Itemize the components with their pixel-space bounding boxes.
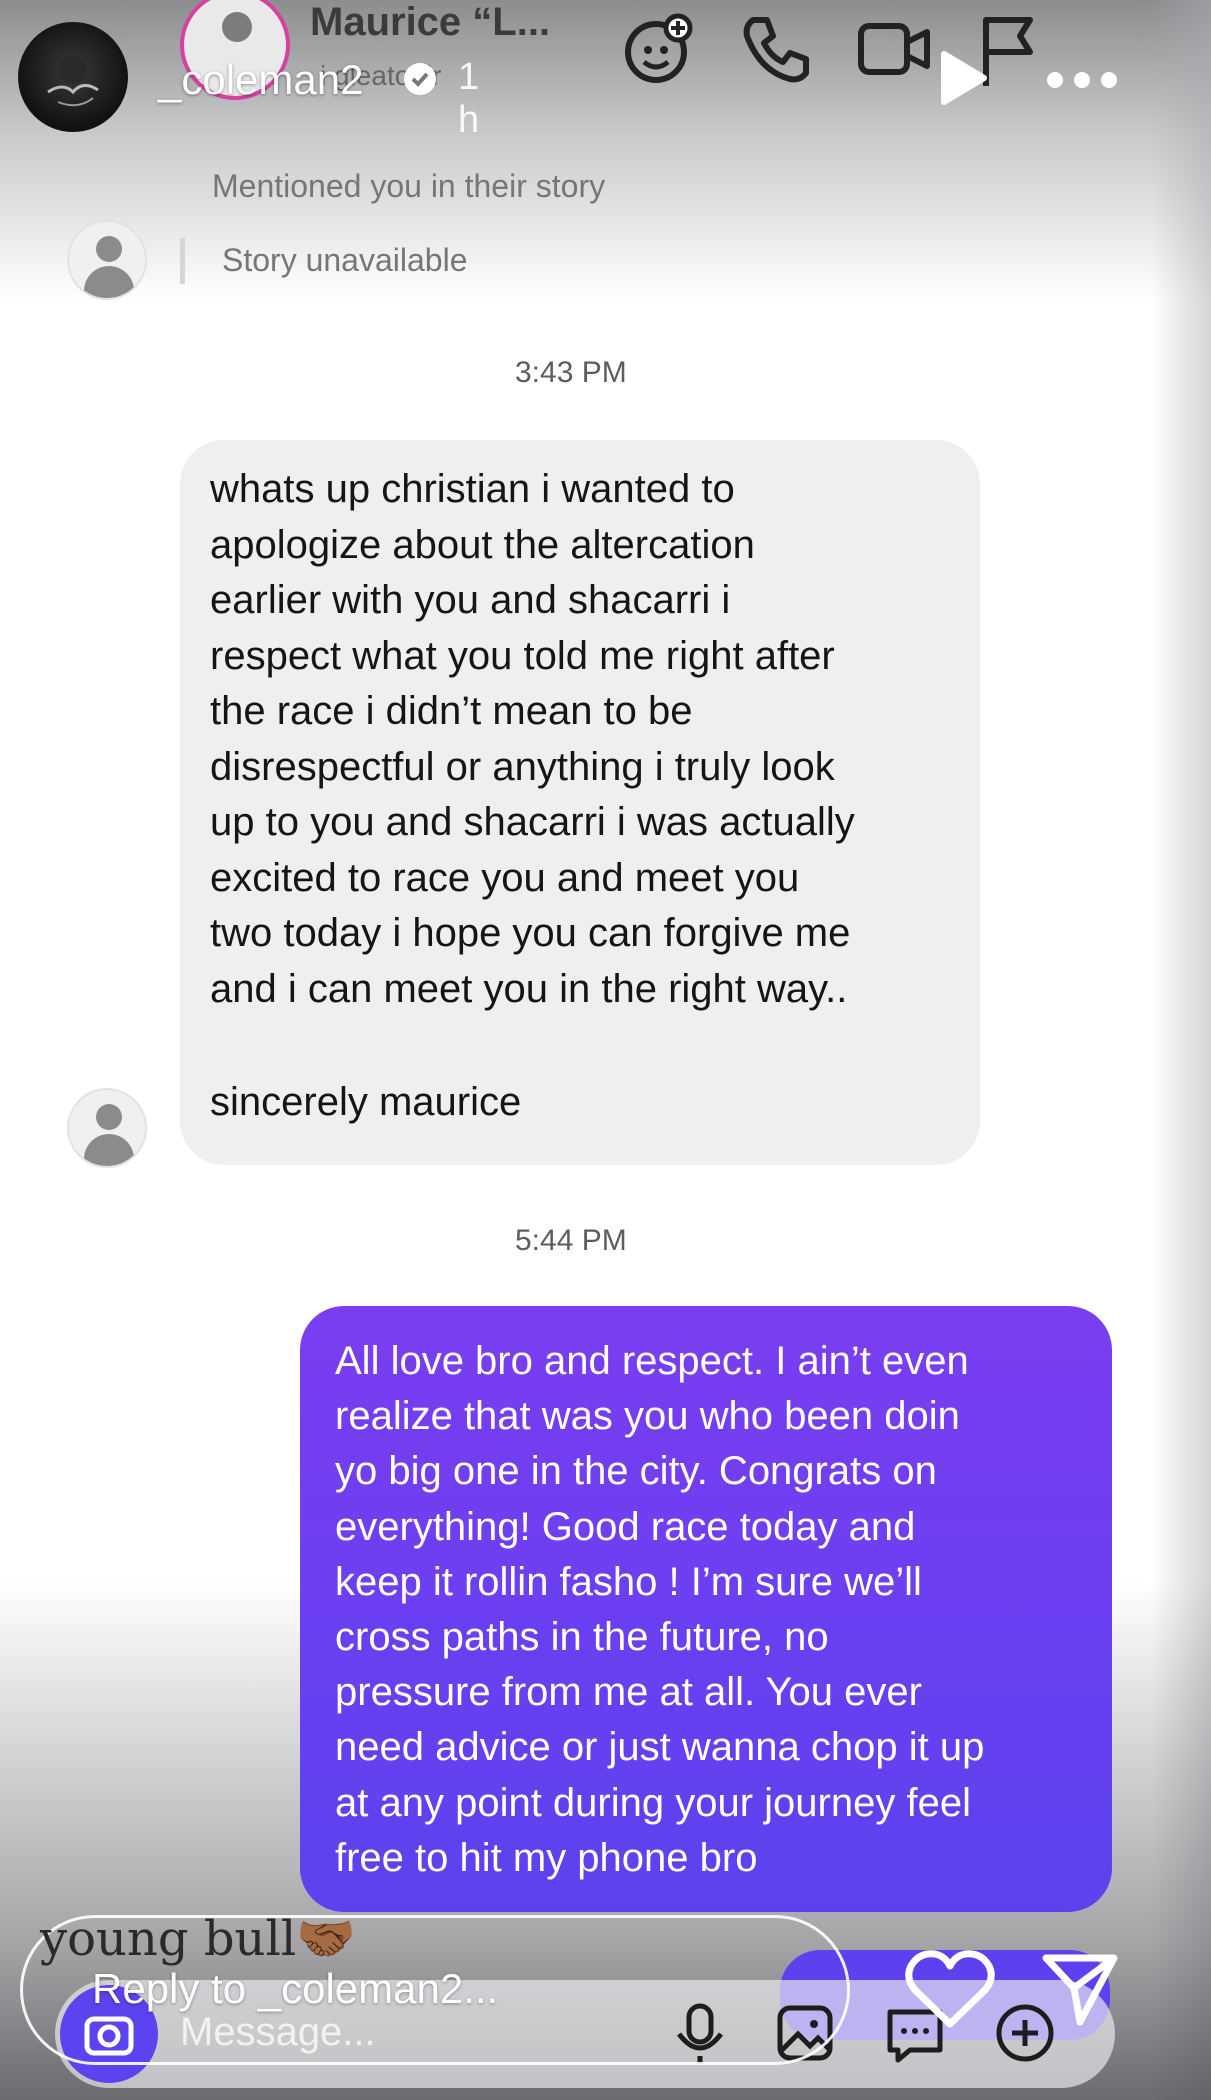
message-line: everything! Good race today and xyxy=(335,1504,916,1549)
message-line: and i can meet you in the right way.. xyxy=(210,966,848,1011)
message-line: keep it rollin fasho ! I’m sure we’ll xyxy=(335,1559,922,1604)
story-reply-placeholder[interactable]: Reply to _coleman2... xyxy=(92,1965,498,2013)
message-line: respect what you told me right after xyxy=(210,633,835,678)
message-signature: sincerely maurice xyxy=(210,1080,522,1124)
message-line: cross paths in the future, no xyxy=(335,1615,829,1660)
more-icon[interactable] xyxy=(1045,70,1120,90)
message-line: apologize about the altercation xyxy=(210,522,755,567)
incoming-message[interactable]: whats up christian i wanted to apologize… xyxy=(180,440,980,1165)
story-unavailable: Story unavailable xyxy=(222,242,468,278)
play-icon[interactable] xyxy=(938,50,988,106)
video-call-icon[interactable] xyxy=(855,10,935,90)
message-timestamp: 5:44 PM xyxy=(515,1224,627,1257)
story-reply-bar xyxy=(180,238,185,284)
story-username[interactable]: _coleman2 xyxy=(158,56,363,104)
video-chat-effects-icon[interactable] xyxy=(620,10,700,90)
handshake-emoji: 🤝🏾 xyxy=(296,1911,356,1967)
message-line: yo big one in the city. Congrats on xyxy=(335,1449,937,1494)
verified-icon xyxy=(404,63,436,95)
send-icon[interactable] xyxy=(1040,1948,1120,2028)
message-line: whats up christian i wanted to xyxy=(210,467,735,511)
message-line: realize that was you who been doin xyxy=(335,1394,960,1439)
message-line: the race i didn’t mean to be xyxy=(210,689,693,733)
contact-avatar[interactable] xyxy=(67,220,147,300)
edge-shade xyxy=(1151,0,1211,2100)
message-line: need advice or just wanna chop it up xyxy=(335,1725,985,1770)
message-timestamp: 3:43 PM xyxy=(515,356,627,389)
contact-avatar[interactable] xyxy=(67,1088,147,1168)
phone-icon[interactable] xyxy=(735,10,815,90)
outgoing-message[interactable]: All love bro and respect. I ain’t even r… xyxy=(300,1306,1112,1912)
message-line: pressure from me at all. You ever xyxy=(335,1670,922,1715)
story-author-avatar[interactable] xyxy=(18,22,128,132)
story-screenshot: Maurice “L... i gleatonjr _coleman2 1 h … xyxy=(0,0,1211,2100)
heart-icon[interactable] xyxy=(905,1950,995,2030)
message-line: up to you and shacarri i was actually xyxy=(210,800,855,844)
message-line: earlier with you and shacarri i xyxy=(210,578,731,622)
message-line: free to hit my phone bro xyxy=(335,1835,758,1880)
story-caption: young bull🤝🏾 xyxy=(40,1910,356,1967)
message-line: two today i hope you can forgive me xyxy=(210,911,851,955)
message-line: at any point during your journey feel xyxy=(335,1780,971,1825)
story-timestamp: 1 h xyxy=(458,56,480,141)
mention-text: Mentioned you in their story xyxy=(212,168,606,204)
message-line: disrespectful or anything i truly look xyxy=(210,744,835,789)
message-line: All love bro and respect. I ain’t even xyxy=(335,1339,969,1383)
message-line: excited to race you and meet you xyxy=(210,855,800,900)
story-caption-text: young bull xyxy=(40,1911,297,1967)
dm-contact-name[interactable]: Maurice “L... xyxy=(310,0,550,45)
